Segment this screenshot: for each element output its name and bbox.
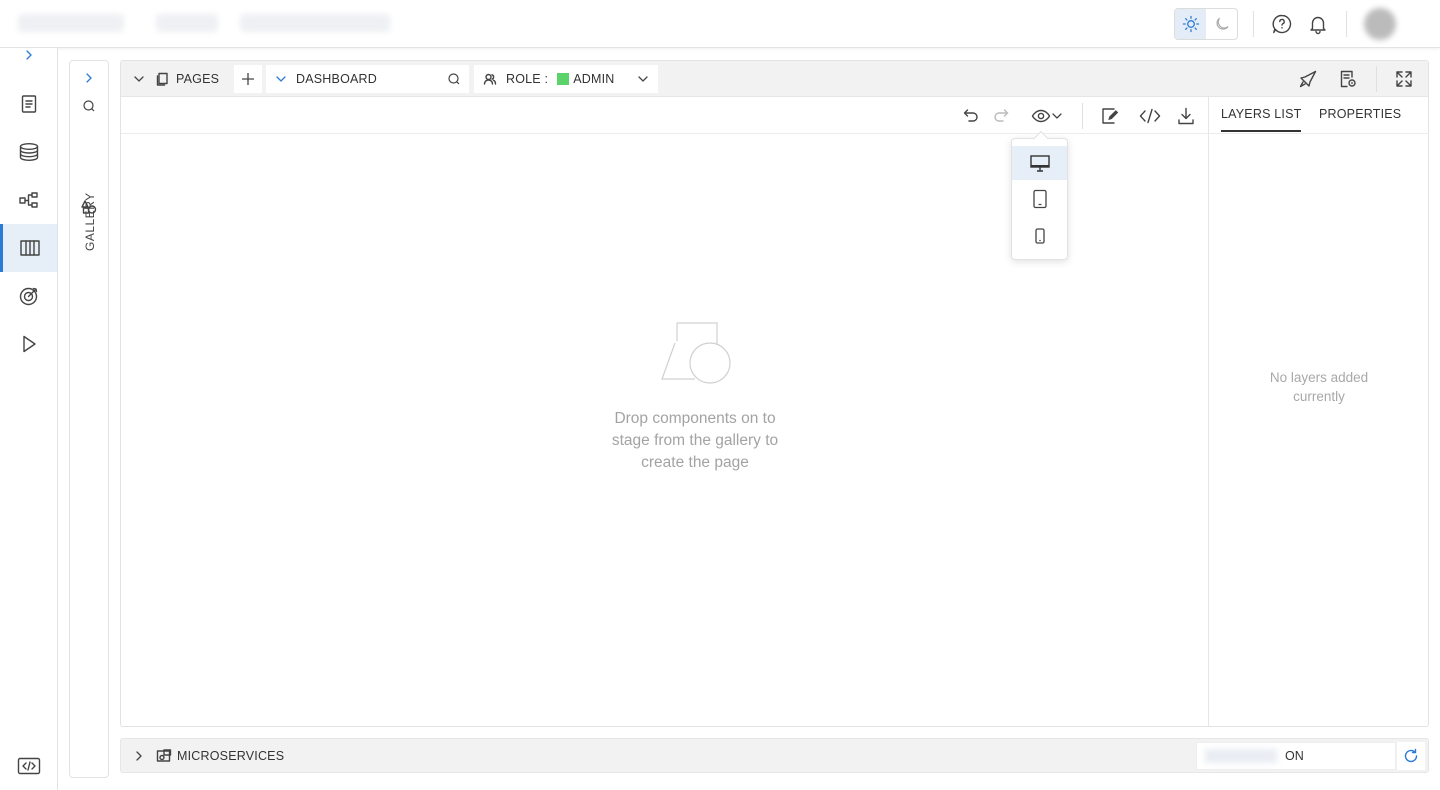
help-icon[interactable]	[1270, 12, 1294, 36]
database-icon[interactable]	[0, 128, 57, 176]
project-menu[interactable]	[156, 14, 218, 32]
divider	[1346, 11, 1347, 37]
left-nav-rail	[0, 48, 58, 790]
run-play-icon[interactable]	[0, 320, 57, 368]
preview-device-dropdown	[1011, 130, 1068, 260]
pages-icon	[156, 72, 168, 86]
notifications-bell-icon[interactable]	[1306, 12, 1330, 36]
microservices-icon	[156, 749, 172, 763]
gallery-search-icon[interactable]	[82, 99, 96, 113]
edit-note-icon[interactable]	[1099, 105, 1121, 127]
role-color-swatch	[557, 73, 570, 85]
gallery-panel: GALLERY	[69, 60, 109, 778]
chevron-down-icon	[1052, 113, 1062, 119]
app-logo[interactable]	[18, 14, 124, 32]
target-icon[interactable]	[0, 272, 57, 320]
chevron-right-icon[interactable]	[133, 750, 145, 762]
tab-divider	[1209, 133, 1429, 134]
page-builder-main: PAGES DASHBOARD ROLE : ADMIN Drop compon…	[120, 60, 1429, 727]
add-page-button[interactable]	[234, 65, 262, 93]
canvas-toolbar	[121, 97, 1208, 134]
document-icon[interactable]	[0, 80, 57, 128]
page-settings-icon[interactable]	[1337, 68, 1359, 90]
plus-icon	[242, 73, 254, 85]
divider	[1082, 103, 1083, 129]
top-bar	[0, 0, 1440, 48]
mobile-icon[interactable]	[1012, 219, 1067, 253]
shapes-icon[interactable]	[81, 199, 97, 215]
chevron-down-icon	[276, 76, 286, 82]
users-icon	[483, 73, 497, 85]
preview-device-toggle[interactable]	[1027, 105, 1067, 127]
role-selector[interactable]: ROLE : ADMIN	[474, 65, 658, 93]
publish-rocket-icon[interactable]	[1297, 68, 1319, 90]
microservice-status[interactable]: ON	[1196, 742, 1396, 770]
fullscreen-icon[interactable]	[1393, 68, 1415, 90]
layers-empty-message: No layers added currently	[1269, 370, 1369, 404]
page-builder-icon[interactable]	[0, 224, 57, 272]
expand-gallery-chevron-icon[interactable]	[83, 72, 95, 84]
eye-icon	[1031, 109, 1051, 123]
pages-label: PAGES	[176, 72, 220, 86]
divider	[1253, 11, 1254, 37]
microservices-label: MICROSERVICES	[177, 749, 285, 763]
pages-toggle[interactable]: PAGES	[125, 65, 229, 93]
project-name[interactable]	[240, 14, 390, 32]
tablet-icon[interactable]	[1012, 182, 1067, 216]
workflow-icon[interactable]	[0, 176, 57, 224]
theme-toggle[interactable]	[1174, 8, 1238, 40]
empty-stage-illustration	[661, 321, 733, 385]
chevron-down-icon	[134, 76, 144, 82]
undo-icon[interactable]	[959, 105, 981, 127]
code-view-icon[interactable]	[1139, 105, 1161, 127]
pages-bar: PAGES DASHBOARD ROLE : ADMIN	[121, 61, 1428, 97]
desktop-icon[interactable]	[1012, 146, 1067, 180]
download-icon[interactable]	[1175, 105, 1197, 127]
layers-properties-panel: LAYERS LIST PROPERTIES No layers added c…	[1208, 97, 1429, 726]
tab-properties[interactable]: PROPERTIES	[1319, 107, 1401, 130]
microservice-status-text: ON	[1285, 749, 1304, 763]
microservice-name	[1205, 749, 1277, 763]
light-theme-icon[interactable]	[1175, 9, 1206, 39]
divider	[1376, 66, 1377, 92]
redo-icon[interactable]	[991, 105, 1013, 127]
user-avatar[interactable]	[1364, 8, 1396, 40]
tab-layers-list[interactable]: LAYERS LIST	[1221, 107, 1302, 132]
role-value: ADMIN	[573, 72, 615, 86]
search-icon[interactable]	[447, 72, 461, 86]
dark-theme-icon[interactable]	[1206, 9, 1237, 39]
refresh-icon[interactable]	[1397, 742, 1425, 770]
expand-rail-chevron-icon[interactable]	[0, 40, 57, 70]
role-label: ROLE :	[506, 72, 549, 86]
page-selector[interactable]: DASHBOARD	[266, 65, 469, 93]
chevron-down-icon	[638, 76, 648, 82]
code-editor-icon[interactable]	[0, 742, 57, 790]
page-name: DASHBOARD	[296, 72, 377, 86]
empty-stage-message: Drop components on to stage from the gal…	[611, 410, 779, 471]
